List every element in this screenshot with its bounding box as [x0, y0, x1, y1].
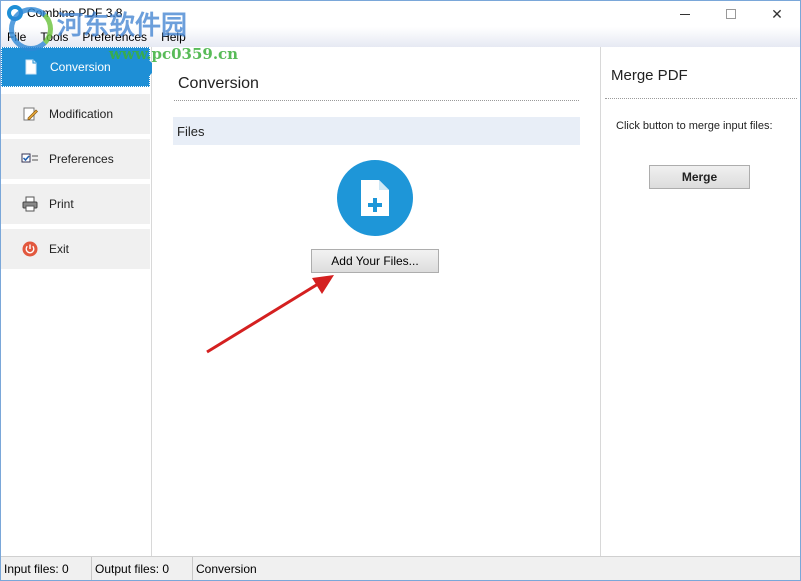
sidebar-item-label: Print — [49, 197, 74, 211]
sidebar-item-label: Conversion — [50, 60, 111, 74]
status-mode: Conversion — [196, 561, 257, 576]
menu-preferences[interactable]: Preferences — [82, 30, 147, 44]
checklist-icon — [21, 150, 39, 168]
close-icon: ✕ — [771, 5, 783, 22]
menu-tools[interactable]: Tools — [40, 30, 68, 44]
maximize-icon — [726, 9, 736, 19]
minimize-icon — [680, 13, 690, 15]
title-divider — [174, 100, 579, 101]
files-header-label: Files — [177, 123, 205, 139]
app-window: Combine PDF 3.8 ✕ File Tools Preferences… — [0, 0, 801, 581]
add-file-icon[interactable] — [337, 160, 413, 236]
edit-icon — [21, 105, 39, 123]
minimize-button[interactable] — [662, 1, 708, 27]
title-bar[interactable]: Combine PDF 3.8 ✕ — [1, 1, 800, 27]
add-files-button[interactable]: Add Your Files... — [311, 249, 439, 273]
merge-title: Merge PDF — [611, 67, 688, 84]
files-header: Files — [173, 117, 580, 145]
sidebar-item-preferences[interactable]: Preferences — [1, 139, 150, 179]
annotation-arrow — [206, 275, 334, 354]
sidebar-item-label: Exit — [49, 242, 70, 256]
sidebar: Conversion Modification Preferences Prin… — [1, 47, 157, 556]
sidebar-item-exit[interactable]: Exit — [1, 229, 150, 269]
window-title: Combine PDF 3.8 — [27, 6, 123, 20]
conversion-panel: Conversion Files Add Your Files... — [152, 47, 600, 556]
power-icon — [21, 240, 39, 258]
sidebar-item-print[interactable]: Print — [1, 184, 150, 224]
status-output-files: Output files: 0 — [92, 556, 193, 580]
maximize-button[interactable] — [708, 1, 754, 27]
page-title: Conversion — [178, 75, 259, 92]
menu-file[interactable]: File — [7, 30, 26, 44]
sidebar-item-label: Modification — [49, 107, 114, 121]
merge-button[interactable]: Merge — [649, 165, 750, 189]
sidebar-item-conversion[interactable]: Conversion — [1, 47, 157, 87]
app-logo-icon — [7, 5, 23, 21]
status-input-files: Input files: 0 — [1, 556, 92, 580]
menu-bar: File Tools Preferences Help — [1, 27, 800, 47]
merge-divider — [605, 98, 797, 99]
sidebar-item-label: Preferences — [49, 152, 114, 166]
document-icon — [22, 58, 40, 76]
menu-help[interactable]: Help — [161, 30, 186, 44]
sidebar-item-modification[interactable]: Modification — [1, 94, 150, 134]
printer-icon — [21, 195, 39, 213]
merge-hint: Click button to merge input files: — [616, 120, 773, 132]
close-button[interactable]: ✕ — [754, 1, 800, 27]
merge-panel: Merge PDF Click button to merge input fi… — [600, 47, 800, 556]
status-bar: Input files: 0 Output files: 0 Conversio… — [1, 556, 800, 580]
